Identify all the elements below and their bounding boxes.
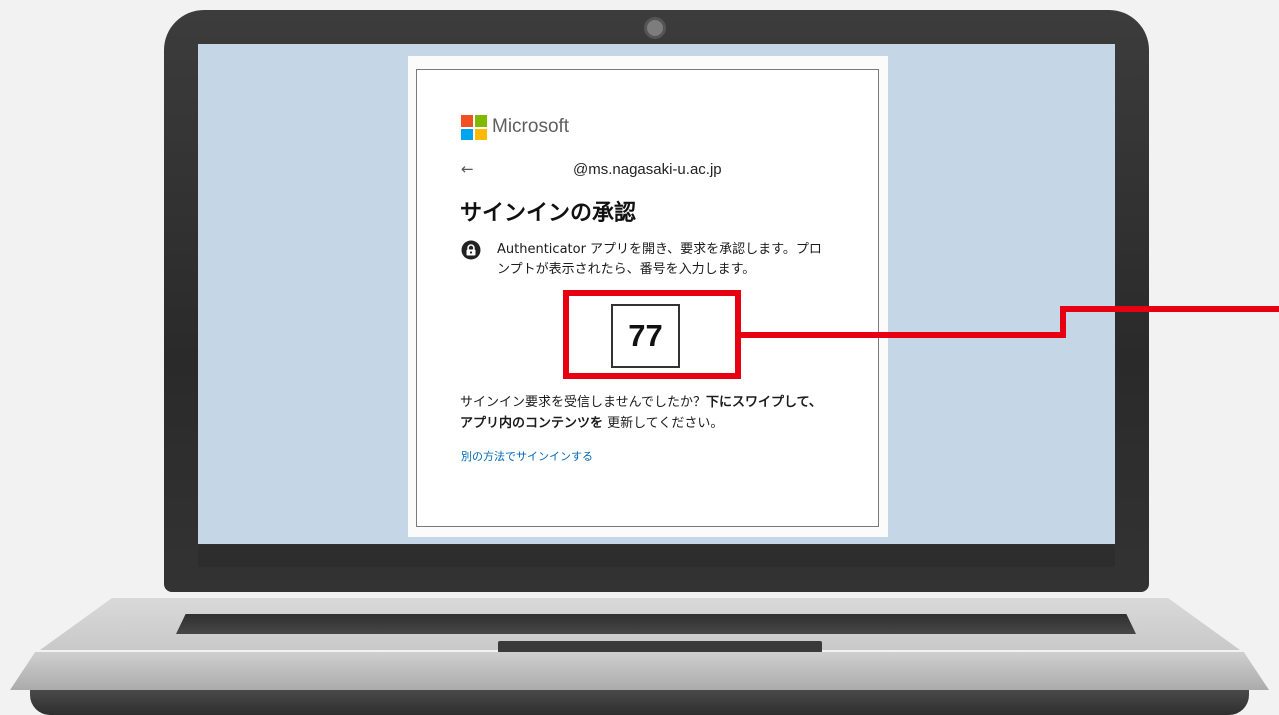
laptop-keyboard-strip <box>176 614 1136 634</box>
not-received-bold-1: 下にスワイプして、 <box>705 395 822 410</box>
not-received-text: サインイン要求を受信しませんでしたか？ <box>460 395 706 410</box>
back-arrow-icon[interactable]: ← <box>461 160 474 178</box>
not-received-tail: 更新してください。 <box>603 416 724 431</box>
laptop-base-bottom <box>30 690 1249 715</box>
page-title: サインインの承認 <box>460 201 637 226</box>
instructions-line-1: Authenticator アプリを開き、要求を承認します。プロ <box>497 242 822 257</box>
laptop-trackpad <box>498 641 822 653</box>
other-signin-method-link[interactable]: 別の方法でサインインする <box>461 448 593 464</box>
not-received-help: サインイン要求を受信しませんでしたか？下にスワイプして、 アプリ内のコンテンツを… <box>460 392 860 434</box>
webcam-icon <box>644 17 666 39</box>
authenticator-lock-icon <box>461 240 481 260</box>
microsoft-logo-icon <box>461 115 487 140</box>
brand-name: Microsoft <box>492 116 570 137</box>
approval-instructions: Authenticator アプリを開き、要求を承認します。プロ ンプトが表示さ… <box>497 240 842 280</box>
laptop-chin <box>198 545 1115 567</box>
account-email: @ms.nagasaki-u.ac.jp <box>573 161 722 178</box>
instructions-line-2: ンプトが表示されたら、番号を入力します。 <box>497 262 756 277</box>
highlight-frame <box>563 290 741 379</box>
laptop-base-front <box>10 652 1269 690</box>
not-received-bold-2: アプリ内のコンテンツを <box>460 416 604 431</box>
